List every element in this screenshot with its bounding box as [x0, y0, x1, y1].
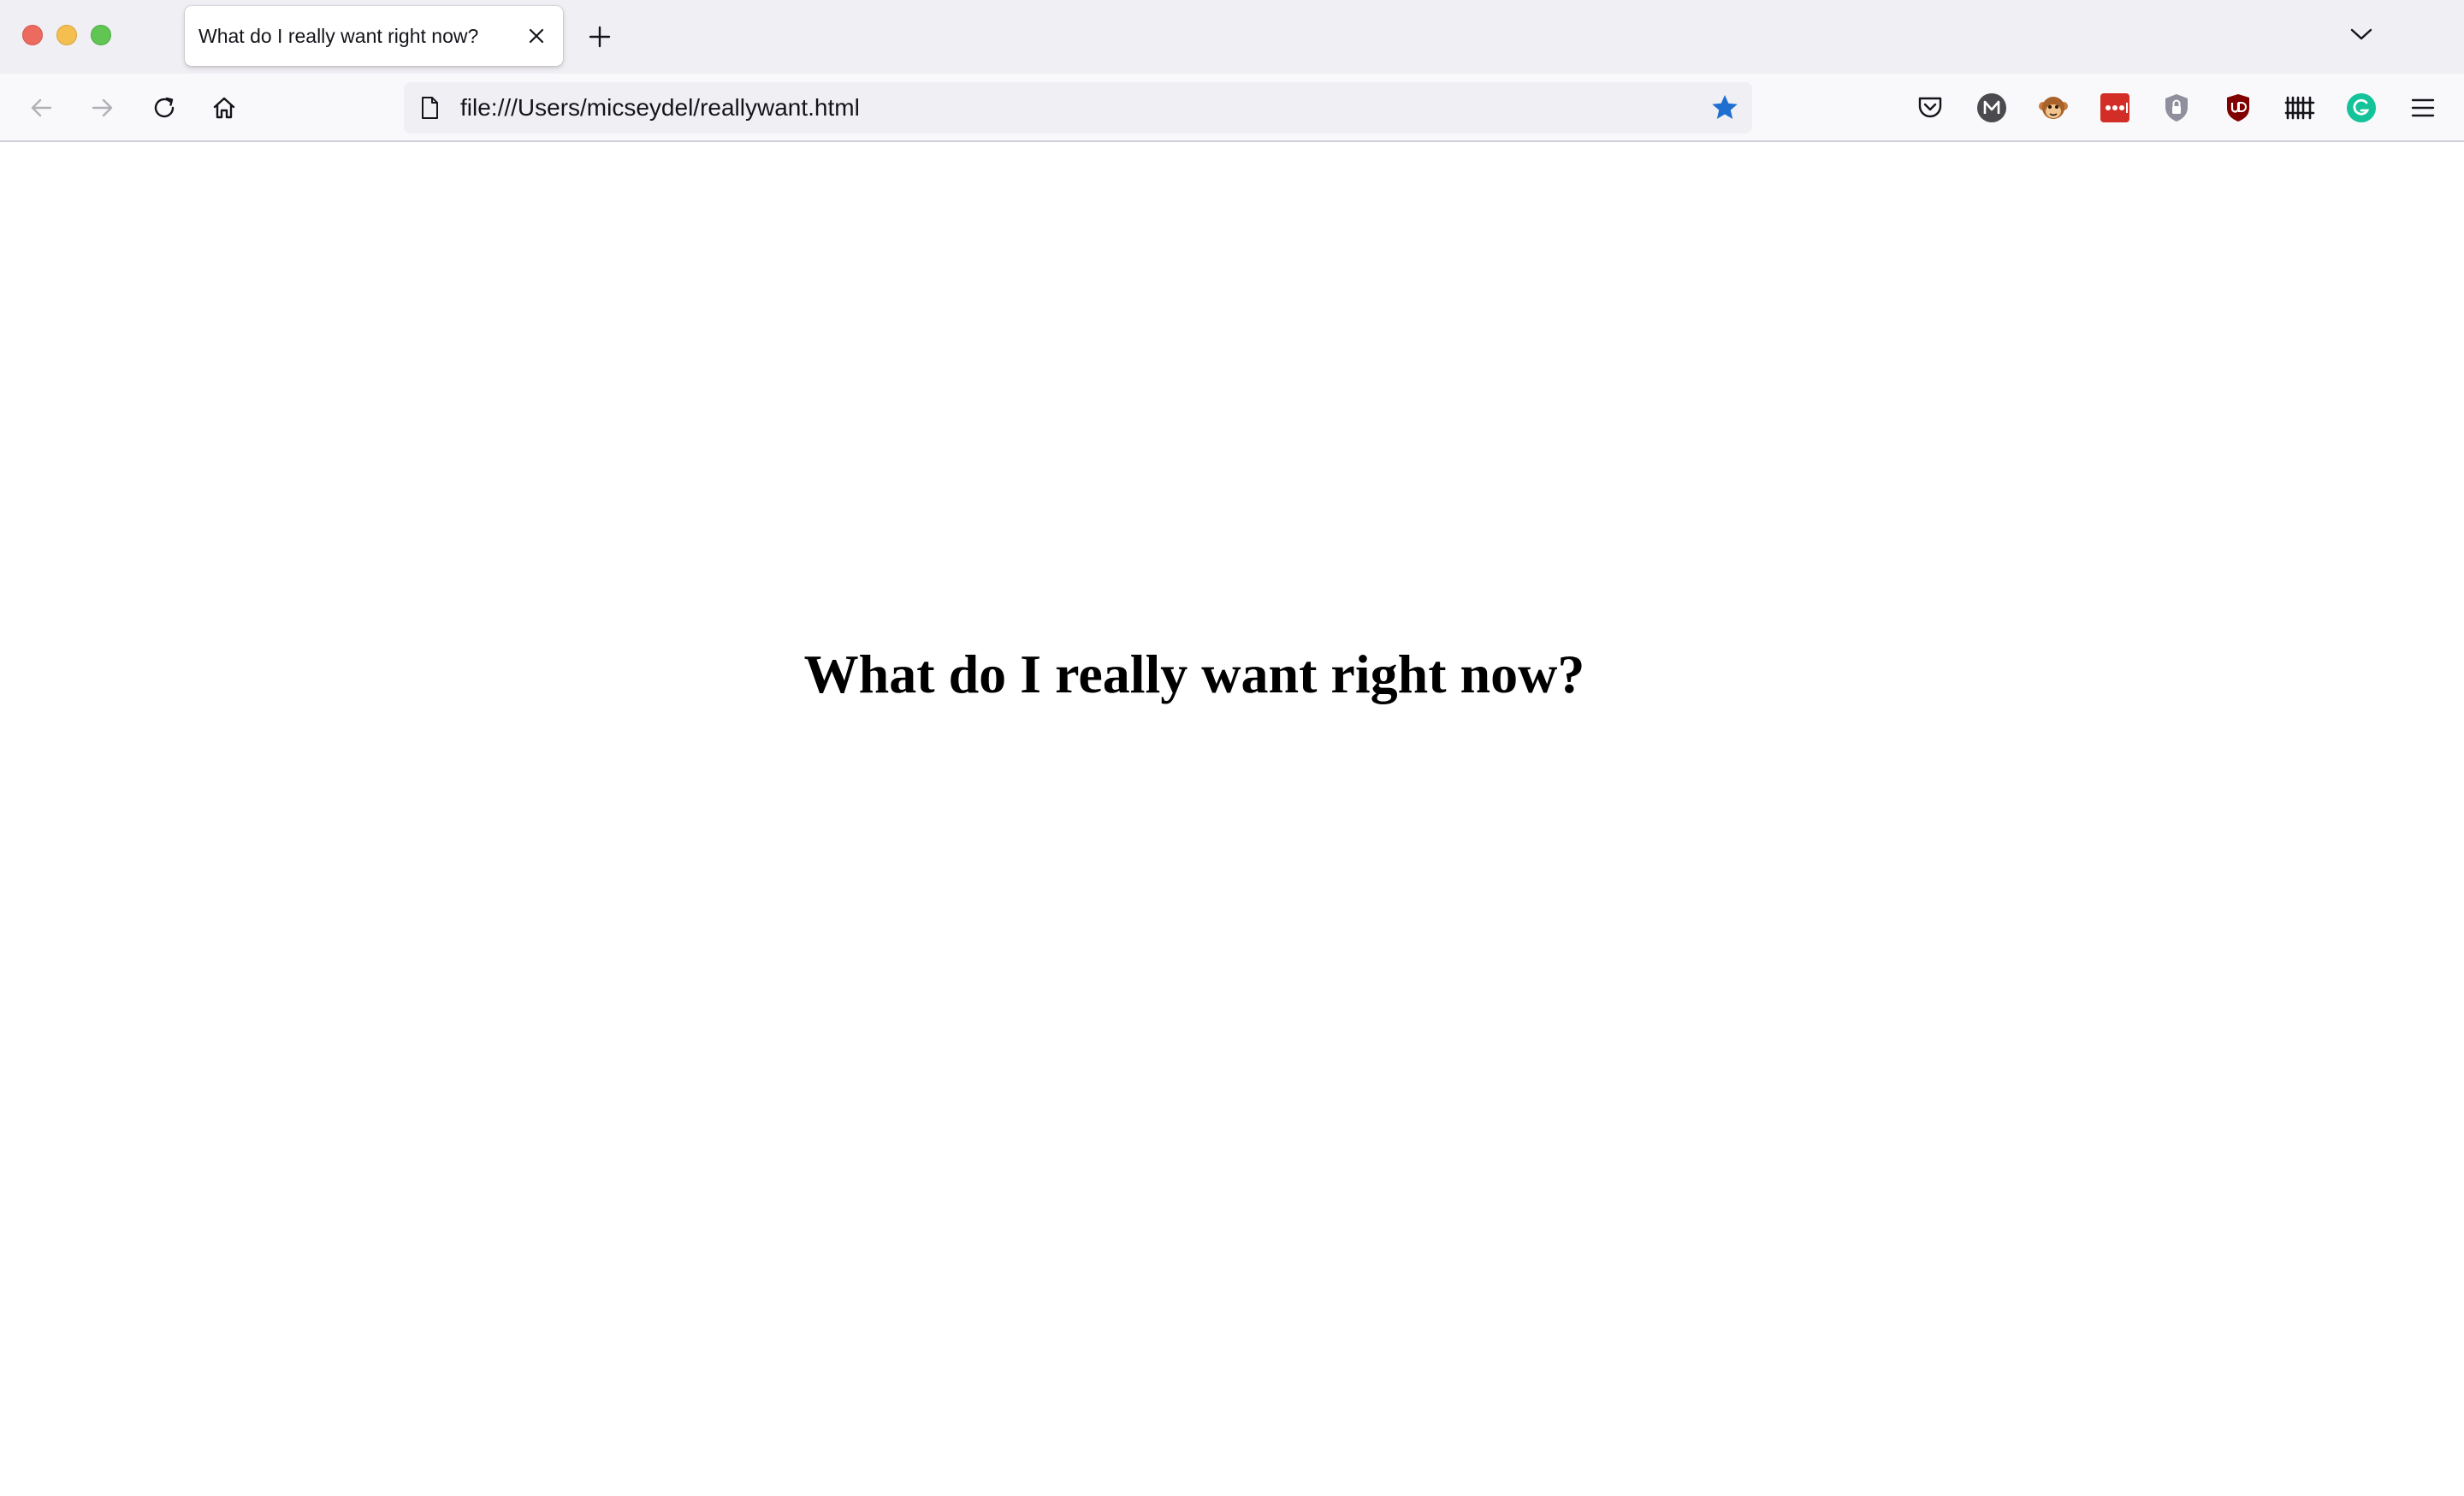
lastpass-icon[interactable]	[2098, 91, 2132, 125]
pocket-icon[interactable]	[1913, 91, 1947, 125]
menu-icon[interactable]	[2406, 91, 2440, 125]
browser-tab[interactable]: What do I really want right now?	[185, 6, 563, 66]
tab-title: What do I really want right now?	[198, 25, 479, 47]
bookmark-star-icon[interactable]	[1709, 92, 1740, 123]
back-arrow-icon	[31, 98, 52, 117]
home-button[interactable]	[205, 89, 243, 127]
forward-button[interactable]	[84, 89, 121, 127]
browser-window: What do I really want right now? file://…	[0, 0, 2464, 1496]
reload-icon	[154, 97, 175, 118]
tab-close-icon[interactable]	[522, 21, 551, 50]
home-icon	[213, 97, 235, 119]
plus-icon	[589, 26, 611, 48]
library-icon[interactable]	[2283, 91, 2317, 125]
window-minimize-button[interactable]	[56, 25, 77, 45]
m-avatar-icon[interactable]	[1975, 91, 2009, 125]
list-all-tabs-button[interactable]	[2344, 17, 2378, 51]
url-text[interactable]: file:///Users/micseydel/reallywant.html	[460, 82, 860, 134]
back-button[interactable]	[22, 89, 60, 127]
forward-arrow-icon	[92, 98, 113, 117]
grammarly-icon[interactable]	[2344, 91, 2378, 125]
page-heading: What do I really want right now?	[803, 644, 1585, 704]
ublock-origin-icon[interactable]	[2221, 91, 2255, 125]
page-content: What do I really want right now?	[0, 142, 2464, 1496]
window-maximize-button[interactable]	[91, 25, 111, 45]
tab-strip: What do I really want right now?	[0, 0, 2464, 74]
shield-lock-icon[interactable]	[2159, 91, 2194, 125]
window-close-button[interactable]	[22, 25, 43, 45]
chevron-down-icon	[2350, 28, 2372, 40]
new-tab-button[interactable]	[582, 19, 618, 55]
url-bar[interactable]: file:///Users/micseydel/reallywant.html	[404, 82, 1752, 134]
monkey-icon[interactable]	[2036, 91, 2070, 125]
navigation-toolbar: file:///Users/micseydel/reallywant.html	[0, 74, 2464, 142]
reload-button[interactable]	[145, 89, 183, 127]
page-icon	[416, 94, 443, 122]
